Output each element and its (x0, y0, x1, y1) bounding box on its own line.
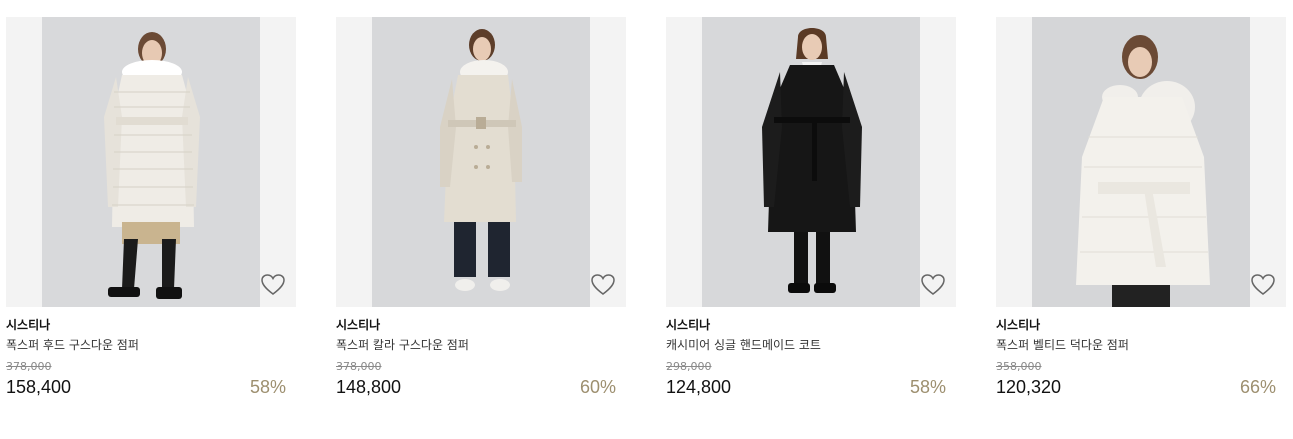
product-grid: 시스티나 폭스퍼 후드 구스다운 점퍼 378,000 158,400 58% (0, 0, 1293, 439)
wishlist-heart-icon[interactable] (920, 273, 946, 297)
product-thumbnail[interactable] (6, 17, 296, 307)
brand-name[interactable]: 시스티나 (336, 317, 626, 333)
brand-name[interactable]: 시스티나 (6, 317, 296, 333)
sale-price: 120,320 (996, 377, 1062, 397)
price-row: 120,320 66% (996, 375, 1286, 399)
discount-rate: 60% (579, 377, 616, 397)
discount-rate: 58% (249, 377, 286, 397)
original-price: 378,000 (6, 360, 52, 373)
product-photo[interactable] (42, 17, 260, 307)
product-name[interactable]: 폭스퍼 벨티드 덕다운 점퍼 (996, 337, 1286, 353)
wishlist-heart-icon[interactable] (1250, 273, 1276, 297)
product-thumbnail[interactable] (336, 17, 626, 307)
product-card[interactable]: 시스티나 폭스퍼 후드 구스다운 점퍼 378,000 158,400 58% (6, 17, 296, 399)
product-card[interactable]: 시스티나 캐시미어 싱글 핸드메이드 코트 298,000 124,800 58… (666, 17, 956, 399)
sale-price: 148,800 (336, 377, 402, 397)
wishlist-heart-icon[interactable] (260, 273, 286, 297)
product-photo[interactable] (702, 17, 920, 307)
product-photo[interactable] (1032, 17, 1250, 307)
price-row: 124,800 58% (666, 375, 956, 399)
discount-rate: 58% (909, 377, 946, 397)
original-price: 378,000 (336, 360, 382, 373)
sale-price: 124,800 (666, 377, 732, 397)
product-name[interactable]: 캐시미어 싱글 핸드메이드 코트 (666, 337, 956, 353)
discount-rate: 66% (1239, 377, 1276, 397)
brand-name[interactable]: 시스티나 (666, 317, 956, 333)
brand-name[interactable]: 시스티나 (996, 317, 1286, 333)
price-row: 158,400 58% (6, 375, 296, 399)
sale-price: 158,400 (6, 377, 72, 397)
product-name[interactable]: 폭스퍼 칼라 구스다운 점퍼 (336, 337, 626, 353)
product-thumbnail[interactable] (996, 17, 1286, 307)
product-photo[interactable] (372, 17, 590, 307)
product-name[interactable]: 폭스퍼 후드 구스다운 점퍼 (6, 337, 296, 353)
product-card[interactable]: 시스티나 폭스퍼 칼라 구스다운 점퍼 378,000 148,800 60% (336, 17, 626, 399)
price-row: 148,800 60% (336, 375, 626, 399)
product-thumbnail[interactable] (666, 17, 956, 307)
original-price: 298,000 (666, 360, 712, 373)
wishlist-heart-icon[interactable] (590, 273, 616, 297)
original-price: 358,000 (996, 360, 1042, 373)
product-card[interactable]: 시스티나 폭스퍼 벨티드 덕다운 점퍼 358,000 120,320 66% (996, 17, 1286, 399)
